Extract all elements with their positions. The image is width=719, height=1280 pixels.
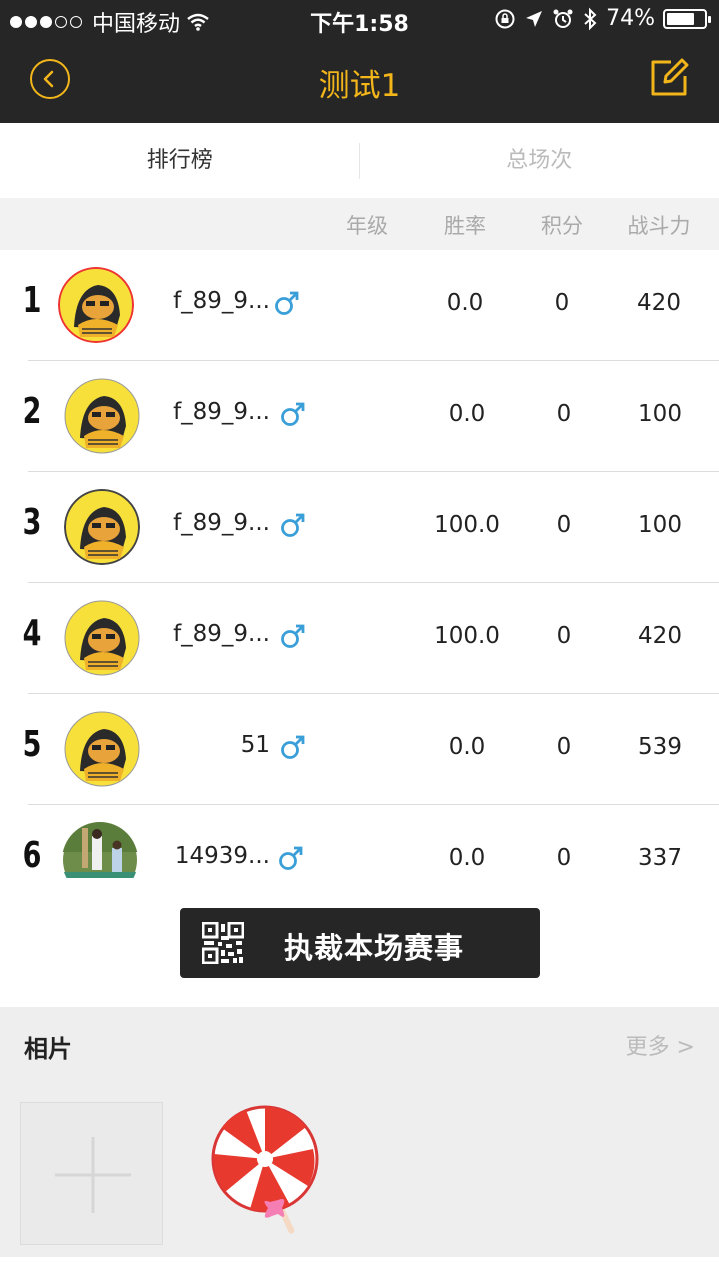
avatar: [62, 822, 138, 878]
male-icon: [279, 846, 303, 870]
male-icon: [281, 735, 305, 759]
power: 420: [637, 290, 681, 316]
rank-number: 4: [22, 613, 42, 654]
plus-icon: [55, 1137, 131, 1213]
list-item[interactable]: 4 f_89_9... 100.0 0 420: [0, 583, 719, 694]
power: 337: [638, 845, 682, 871]
male-icon: [281, 624, 305, 648]
avatar: [64, 600, 140, 676]
tab-total-matches[interactable]: 总场次: [360, 123, 719, 198]
location-icon: [526, 10, 543, 27]
points: 0: [556, 512, 572, 538]
alarm-icon: [553, 9, 573, 28]
player-name: 14939...: [174, 843, 270, 869]
qr-code-icon: [202, 922, 244, 964]
points: 0: [556, 401, 572, 427]
battery-fill: [667, 12, 694, 25]
battery-icon: [663, 8, 711, 29]
page-title: 测试1: [318, 68, 401, 104]
win-rate: 0.0: [448, 734, 486, 760]
status-right: 74%: [494, 6, 711, 31]
win-rate: 100.0: [434, 623, 500, 649]
column-points: 积分: [541, 214, 583, 238]
win-rate: 100.0: [434, 512, 500, 538]
avatar: [64, 378, 140, 454]
list-item[interactable]: 3 f_89_9... 100.0 0 100: [0, 472, 719, 583]
win-rate: 0.0: [446, 290, 484, 316]
add-photo-button[interactable]: [20, 1102, 163, 1245]
lollipop-icon[interactable]: [210, 1104, 320, 1236]
player-name: f_89_9...: [173, 621, 270, 647]
male-icon: [281, 513, 305, 537]
rank-number: 2: [22, 391, 42, 432]
male-icon: [275, 291, 299, 315]
top-bar: 中国移动 下午1:58 74% 测试1: [0, 0, 719, 123]
tab-bar: 排行榜 总场次: [0, 123, 719, 198]
photos-section: 相片 更多 >: [0, 1007, 719, 1257]
status-bar: 中国移动 下午1:58 74%: [0, 0, 719, 40]
win-rate: 0.0: [448, 401, 486, 427]
male-icon: [281, 402, 305, 426]
tab-ranking[interactable]: 排行榜: [0, 123, 360, 198]
bottom-strip: [0, 1257, 719, 1280]
avatar: [58, 267, 134, 343]
list-item[interactable]: 5 51 0.0 0 539: [0, 694, 719, 805]
tab-divider: [359, 143, 360, 179]
list-item[interactable]: 1 f_89_9... 0.0 0 420: [0, 250, 719, 361]
rotation-lock-icon: [495, 9, 515, 28]
bluetooth-icon: [584, 7, 597, 30]
list-item[interactable]: 6 14939... 0.0 0 337: [0, 805, 719, 878]
points: 0: [556, 845, 572, 871]
player-name: f_89_9...: [173, 510, 270, 536]
column-power: 战斗力: [627, 214, 691, 238]
list-item[interactable]: 2 f_89_9... 0.0 0 100: [0, 361, 719, 472]
points: 0: [554, 290, 570, 316]
power: 420: [638, 623, 682, 649]
points: 0: [556, 734, 572, 760]
battery-percent: 74%: [606, 6, 655, 31]
avatar: [64, 711, 140, 787]
rank-number: 1: [22, 280, 42, 321]
column-grade: 年级: [346, 214, 388, 238]
points: 0: [556, 623, 572, 649]
ranking-list: 1 f_89_9... 0.0 0 420 2 f_89_9... 0.0 0 …: [0, 250, 719, 878]
power: 100: [638, 401, 682, 427]
power: 539: [638, 734, 682, 760]
player-name: f_89_9...: [173, 399, 270, 425]
rank-number: 3: [22, 502, 42, 543]
rank-number: 5: [22, 724, 42, 765]
avatar: [64, 489, 140, 565]
judge-match-label: 执裁本场赛事: [284, 931, 465, 965]
photos-title: 相片: [24, 1035, 72, 1063]
player-name: 51: [240, 732, 270, 758]
edit-icon[interactable]: [649, 58, 689, 98]
player-name: f_89_9...: [173, 288, 270, 314]
win-rate: 0.0: [448, 845, 486, 871]
photos-more-link[interactable]: 更多 >: [626, 1029, 695, 1061]
judge-match-button[interactable]: 执裁本场赛事: [180, 908, 540, 978]
rank-number: 6: [22, 835, 42, 876]
power: 100: [638, 512, 682, 538]
column-headers: 年级 胜率 积分 战斗力: [0, 198, 719, 250]
column-win-rate: 胜率: [444, 214, 486, 238]
